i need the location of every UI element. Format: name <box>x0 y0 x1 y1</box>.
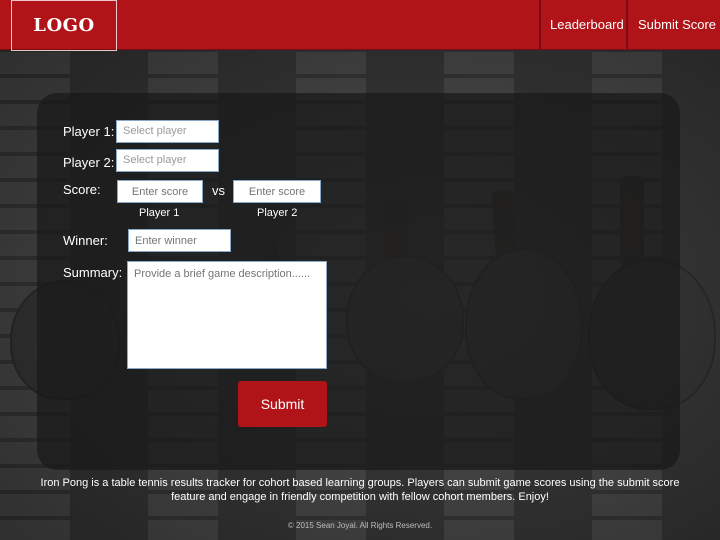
app-description: Iron Pong is a table tennis results trac… <box>40 477 680 503</box>
player2-score-sublabel: Player 2 <box>257 207 298 219</box>
player1-select[interactable]: Select player <box>116 120 219 143</box>
player2-score-input[interactable] <box>233 180 321 203</box>
submit-button[interactable]: Submit <box>238 381 327 427</box>
top-navbar: LOGO Leaderboard Submit Score <box>0 0 720 51</box>
vs-label: vs <box>212 183 225 198</box>
player2-select[interactable]: Select player <box>116 149 219 172</box>
player1-score-sublabel: Player 1 <box>139 207 180 219</box>
logo[interactable]: LOGO <box>11 0 117 51</box>
nav-divider <box>626 0 628 50</box>
score-label: Score: <box>63 182 101 197</box>
summary-label: Summary: <box>63 265 123 280</box>
winner-input[interactable] <box>128 229 231 252</box>
winner-label: Winner: <box>63 233 108 248</box>
nav-divider <box>539 0 541 50</box>
player1-score-input[interactable] <box>117 180 203 203</box>
copyright-text: © 2015 Sean Joyal. All Rights Reserved. <box>287 521 433 530</box>
player1-label: Player 1: <box>63 124 115 139</box>
nav-submit-score-link[interactable]: Submit Score <box>638 17 716 32</box>
player2-label: Player 2: <box>63 155 115 170</box>
nav-leaderboard-link[interactable]: Leaderboard <box>550 17 624 32</box>
summary-textarea[interactable] <box>127 261 327 369</box>
